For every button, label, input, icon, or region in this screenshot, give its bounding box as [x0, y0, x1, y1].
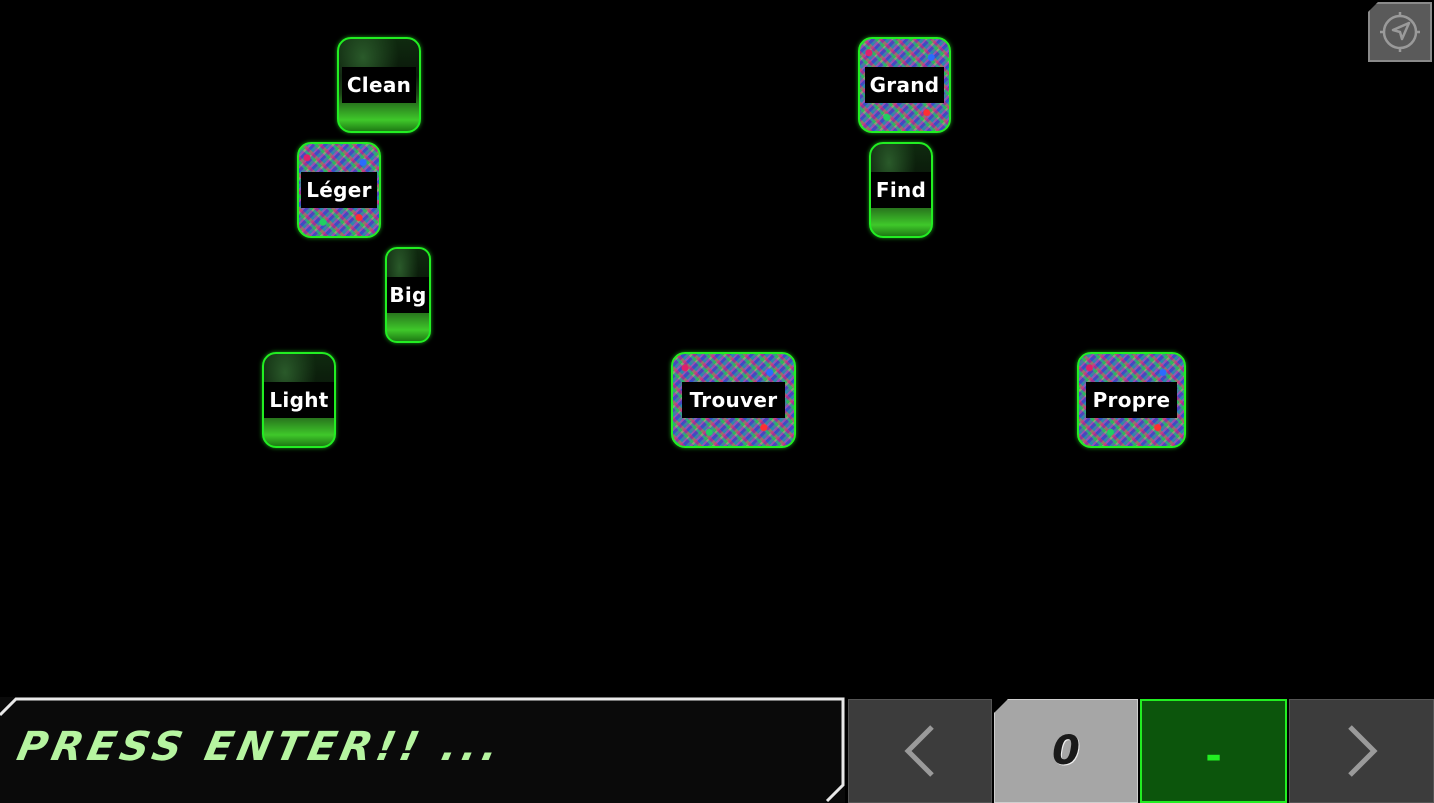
chevron-right-icon [1347, 725, 1378, 777]
bottom-bar: PRESS ENTER!! ... 0 - [0, 697, 1434, 803]
cursor-mark: - [1205, 733, 1222, 779]
counter-value: 0 [1052, 728, 1080, 774]
word-card-label: Find [871, 172, 931, 208]
word-card-label: Propre [1085, 382, 1178, 418]
word-card-label: Clean [341, 67, 417, 103]
navigation-arrow-icon [1380, 12, 1420, 52]
word-card-clean[interactable]: Clean [337, 37, 421, 133]
prompt-panel: PRESS ENTER!! ... [0, 697, 845, 803]
navigation-button[interactable] [1368, 2, 1432, 62]
input-cursor-field[interactable]: - [1140, 699, 1287, 803]
previous-button[interactable] [848, 699, 992, 803]
word-card-label: Grand [864, 67, 945, 103]
word-card-grand[interactable]: Grand [858, 37, 951, 133]
word-card-label: Trouver [681, 382, 786, 418]
word-card-light[interactable]: Light [262, 352, 336, 448]
word-card-propre[interactable]: Propre [1077, 352, 1186, 448]
word-card-big[interactable]: Big [385, 247, 431, 343]
counter-display: 0 [994, 699, 1138, 803]
word-card-find[interactable]: Find [869, 142, 933, 238]
word-card-trouver[interactable]: Trouver [671, 352, 796, 448]
word-card-label: Léger [301, 172, 377, 208]
word-card-leger[interactable]: Léger [297, 142, 381, 238]
word-card-label: Big [387, 277, 429, 313]
chevron-left-icon [904, 725, 934, 777]
word-card-label: Light [264, 382, 334, 418]
next-button[interactable] [1289, 699, 1434, 803]
prompt-text: PRESS ENTER!! ... [13, 724, 508, 770]
